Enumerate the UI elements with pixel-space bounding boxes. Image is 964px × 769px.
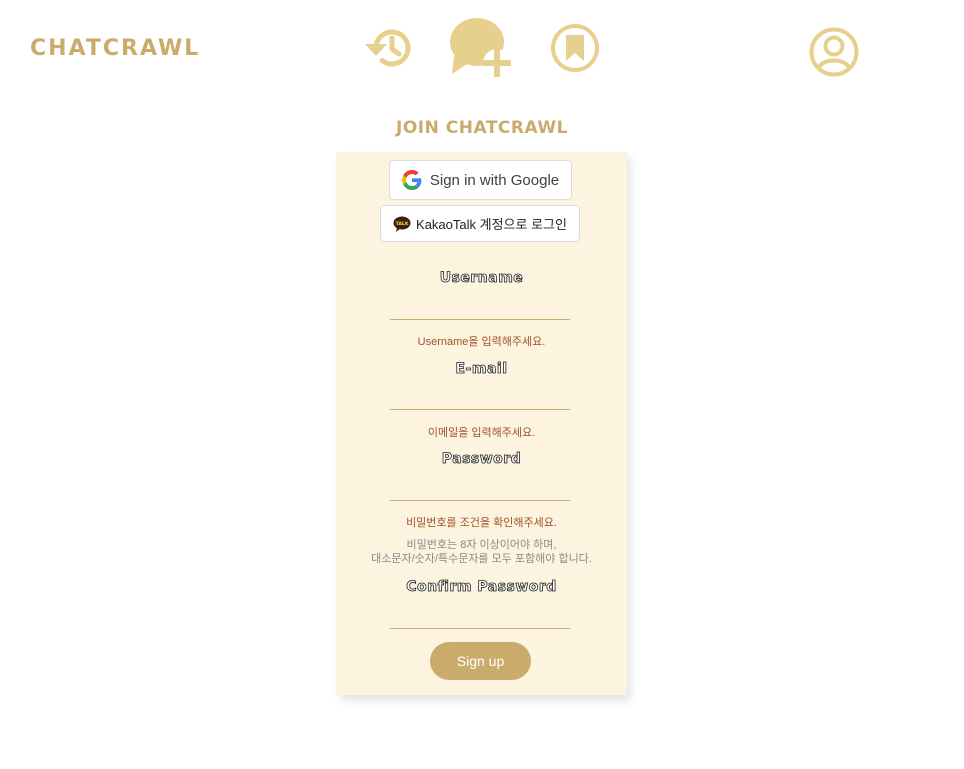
confirm-password-input[interactable] bbox=[390, 603, 570, 629]
kakaotalk-icon: TALK bbox=[393, 216, 411, 232]
email-label: E-mail bbox=[455, 361, 508, 378]
google-signin-label: Sign in with Google bbox=[429, 171, 560, 189]
signup-button[interactable]: Sign up bbox=[430, 642, 531, 680]
email-input[interactable] bbox=[390, 384, 570, 410]
username-error: Username을 입력해주세요. bbox=[417, 336, 546, 348]
google-icon bbox=[401, 170, 422, 190]
password-hint-line-2: 대소문자/숫자/특수문자를 모두 포함해야 합니다. bbox=[371, 553, 592, 565]
username-input[interactable] bbox=[390, 294, 570, 320]
password-input[interactable] bbox=[390, 475, 570, 501]
confirm-password-label: Confirm Password bbox=[406, 579, 557, 596]
google-signin-button[interactable]: Sign in with Google bbox=[389, 160, 572, 200]
new-chat-button[interactable] bbox=[448, 16, 514, 78]
bookmark-icon bbox=[551, 24, 599, 72]
password-hint-line-1: 비밀번호는 8자 이상이어야 하며, bbox=[406, 539, 557, 551]
page-title: JOIN CHATCRAWL bbox=[396, 118, 568, 138]
bookmark-button[interactable] bbox=[550, 23, 600, 73]
history-button[interactable] bbox=[362, 24, 412, 72]
kakao-signin-button[interactable]: TALK KakaoTalk 계정으로 로그인 bbox=[380, 205, 580, 242]
username-label: Username bbox=[439, 270, 524, 287]
new-chat-icon bbox=[450, 18, 511, 77]
history-icon bbox=[365, 29, 411, 67]
password-label: Password bbox=[441, 451, 522, 468]
profile-icon bbox=[809, 27, 859, 77]
kakao-signin-label: KakaoTalk 계정으로 로그인 bbox=[416, 217, 567, 232]
password-error: 비밀번호를 조건을 확인해주세요. bbox=[406, 517, 557, 529]
signup-card: Sign in with Google TALK KakaoTalk 계정으로 … bbox=[336, 152, 627, 695]
app-logo[interactable]: CHATCRAWL bbox=[30, 36, 200, 61]
kakao-badge-text: TALK bbox=[396, 220, 409, 226]
email-error: 이메일을 입력해주세요. bbox=[427, 427, 536, 439]
profile-button[interactable] bbox=[808, 26, 860, 78]
